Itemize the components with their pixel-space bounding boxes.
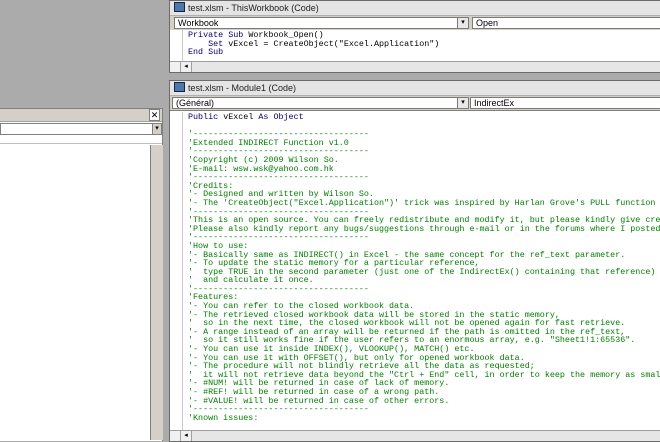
code-editor[interactable]: Public vExcel As Object '---------------… [170, 112, 660, 430]
properties-panel: ✕ ▾ [0, 108, 163, 441]
code-token: Public [188, 112, 224, 122]
view-toggle-icon[interactable] [170, 62, 181, 72]
vertical-scrollbar[interactable] [150, 145, 163, 440]
chevron-down-icon[interactable]: ▾ [152, 124, 161, 134]
code-token: vExcel = CreateObject("Excel.Application… [228, 38, 440, 49]
margin-indicator-bar [170, 112, 183, 430]
code-token: 'Known issues: [188, 412, 259, 423]
scroll-left-button[interactable]: ◂ [181, 62, 192, 72]
code-combos: (Général) ▾ IndirectEx [170, 96, 660, 111]
code-editor[interactable]: Private Sub Workbook_Open() Set vExcel =… [170, 30, 660, 61]
close-icon[interactable]: ✕ [149, 109, 160, 121]
procedure-dropdown[interactable]: Open [472, 17, 660, 29]
procedure-dropdown[interactable]: IndirectEx [470, 97, 660, 109]
divider [0, 143, 162, 144]
object-dropdown[interactable]: (Général) [172, 97, 459, 109]
code-combos: Workbook ▾ Open [170, 16, 660, 31]
code-token: End Sub [188, 47, 224, 58]
code-line[interactable]: End Sub [188, 48, 439, 57]
properties-titlebar: ✕ [0, 109, 162, 122]
code-window-module1[interactable]: test.xlsm - Module1 (Code) (Général) ▾ I… [169, 80, 660, 442]
window-titlebar[interactable]: test.xlsm - Module1 (Code) [170, 81, 660, 96]
object-dropdown[interactable]: Workbook [174, 17, 459, 29]
horizontal-scrollbar[interactable]: ◂ [170, 430, 660, 441]
code-line[interactable]: '----------------------------------- [188, 405, 660, 414]
code-window-icon [174, 2, 185, 12]
code-token: vExcel [223, 112, 259, 122]
code-window-thisworkbook[interactable]: test.xlsm - ThisWorkbook (Code) Workbook… [169, 0, 660, 73]
code-line[interactable]: '----------------------------------- [188, 173, 660, 182]
code-line[interactable]: '----------------------------------- [188, 285, 660, 294]
code-lines: Public vExcel As Object '---------------… [188, 113, 660, 422]
code-line[interactable]: '----------------------------------- [188, 233, 660, 242]
margin-indicator-bar [170, 30, 183, 61]
chevron-down-icon[interactable]: ▾ [457, 17, 469, 29]
code-line[interactable]: 'Known issues: [188, 412, 660, 423]
code-window-icon [174, 82, 185, 92]
window-title: test.xlsm - Module1 (Code) [188, 83, 297, 93]
horizontal-scrollbar[interactable]: ◂ [170, 61, 660, 72]
left-pane: ✕ ▾ [0, 0, 166, 441]
properties-object-dropdown[interactable]: ▾ [0, 123, 162, 135]
window-title: test.xlsm - ThisWorkbook (Code) [188, 3, 319, 13]
code-token: As Object [258, 112, 304, 122]
code-line[interactable]: Set vExcel = CreateObject("Excel.Applica… [188, 38, 440, 49]
code-line[interactable]: Public vExcel As Object [188, 113, 660, 122]
chevron-down-icon[interactable]: ▾ [457, 97, 469, 109]
window-titlebar[interactable]: test.xlsm - ThisWorkbook (Code) [170, 1, 660, 16]
code-lines: Private Sub Workbook_Open() Set vExcel =… [188, 31, 439, 57]
